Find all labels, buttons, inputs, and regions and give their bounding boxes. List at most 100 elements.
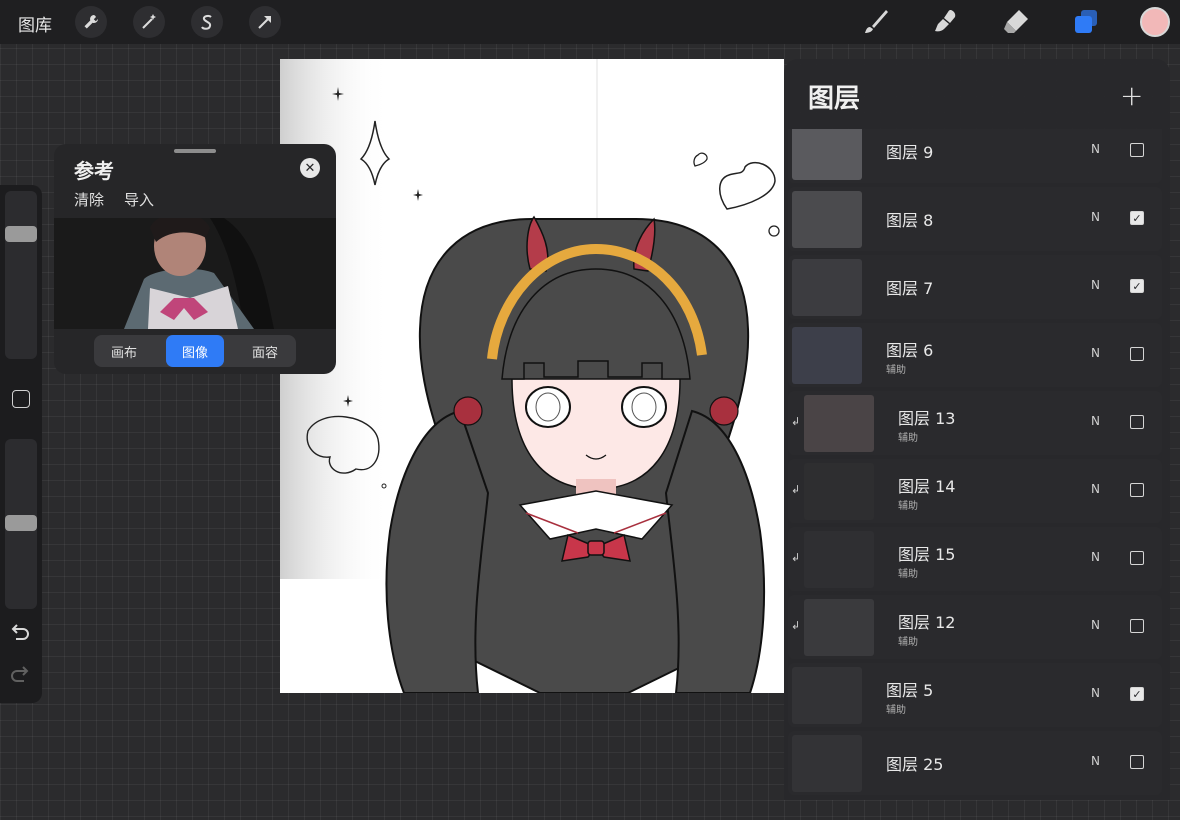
blend-mode-button[interactable]: N [1091,550,1100,564]
smudge-icon [935,10,956,32]
layer-list: 图层 9 N 图层 8 N ✓ 图层 7 N ✓ 图层 6 辅助 N ↲ 图层 13 辅助 N ↲ 图层 14 辅… [784,129,1170,800]
segment-image[interactable]: 图像 [166,335,224,367]
layer-visibility-checkbox[interactable] [1130,347,1144,361]
layer-row[interactable]: ↲ 图层 12 辅助 N [788,595,1162,659]
reference-panel: 参考 ✕ 清除 导入 画布 图像 面容 [54,144,336,374]
blend-mode-button[interactable]: N [1091,754,1100,768]
blend-mode-button[interactable]: N [1091,210,1100,224]
brush-opacity-slider[interactable] [5,439,37,609]
layer-sublabel: 辅助 [898,433,918,444]
layer-sublabel: 辅助 [898,501,918,512]
layer-name: 图层 7 [886,279,934,298]
layer-sublabel: 辅助 [886,365,906,376]
layer-thumbnail [792,259,862,316]
layer-thumbnail [792,129,862,180]
blend-mode-button[interactable]: N [1091,142,1100,156]
clipping-mask-icon: ↲ [791,619,801,632]
layer-name: 图层 13 [898,409,956,428]
layer-row[interactable]: 图层 6 辅助 N [788,323,1162,387]
modify-button[interactable] [12,390,30,408]
clipping-mask-icon: ↲ [791,551,801,564]
layer-visibility-checkbox[interactable]: ✓ [1130,211,1144,225]
undo-button[interactable] [9,623,31,646]
layer-visibility-checkbox[interactable] [1130,415,1144,429]
segment-canvas[interactable]: 画布 [95,335,153,367]
smudge-button[interactable] [928,4,964,40]
artwork-illustration [280,59,780,693]
clipping-mask-icon: ↲ [791,415,801,428]
layers-panel: 图层 + 图层 9 N 图层 8 N ✓ 图层 7 N ✓ 图层 6 辅助 N ↲ 图层 13 辅助 N ↲ 图… [784,59,1170,800]
layer-row[interactable]: 图层 25 N [788,731,1162,795]
clipping-mask-icon: ↲ [791,483,801,496]
adjustments-button[interactable] [133,6,165,38]
layer-row[interactable]: 图层 9 N [788,129,1162,183]
reference-import-button[interactable]: 导入 [124,189,154,210]
layer-thumbnail [792,735,862,792]
blend-mode-button[interactable]: N [1091,278,1100,292]
layer-name: 图层 9 [886,143,934,162]
layer-name: 图层 25 [886,755,944,774]
layer-thumbnail [792,191,862,248]
magic-wand-icon [142,14,156,29]
layer-visibility-checkbox[interactable] [1130,143,1144,157]
layer-row[interactable]: 图层 7 N ✓ [788,255,1162,319]
layer-sublabel: 辅助 [898,637,918,648]
blend-mode-button[interactable]: N [1091,346,1100,360]
layer-thumbnail [804,463,874,520]
gallery-button[interactable]: 图库 [18,11,52,36]
layer-name: 图层 5 [886,681,934,700]
brush-size-slider[interactable] [5,191,37,359]
brush-icon [865,10,888,33]
close-icon: ✕ [304,160,316,176]
layer-visibility-checkbox[interactable] [1130,619,1144,633]
segment-face[interactable]: 面容 [236,335,294,367]
blend-mode-button[interactable]: N [1091,618,1100,632]
eraser-button[interactable] [998,4,1034,40]
layers-button[interactable] [1068,4,1104,40]
transform-button[interactable] [249,6,281,38]
brush-size-thumb[interactable] [5,226,37,242]
blend-mode-button[interactable]: N [1091,482,1100,496]
layer-name: 图层 12 [898,613,956,632]
reference-drag-handle[interactable] [174,149,216,153]
brush-button[interactable] [858,4,894,40]
layers-icon [1075,10,1097,33]
layer-row[interactable]: ↲ 图层 13 辅助 N [788,391,1162,455]
layer-row[interactable]: 图层 8 N ✓ [788,187,1162,251]
layer-thumbnail [804,395,874,452]
reference-photo [54,212,336,329]
layers-title: 图层 [808,84,861,114]
layer-sublabel: 辅助 [898,569,918,580]
blend-mode-button[interactable]: N [1091,414,1100,428]
reference-clear-button[interactable]: 清除 [74,189,104,210]
drawing-canvas[interactable] [280,59,784,693]
transform-arrow-icon [258,16,271,29]
selection-button[interactable] [191,6,223,38]
layer-visibility-checkbox[interactable]: ✓ [1130,279,1144,293]
layer-name: 图层 6 [886,341,934,360]
layer-visibility-checkbox[interactable]: ✓ [1130,687,1144,701]
actions-wrench-button[interactable] [75,6,107,38]
layer-row[interactable]: ↲ 图层 15 辅助 N [788,527,1162,591]
layer-visibility-checkbox[interactable] [1130,755,1144,769]
layer-thumbnail [804,531,874,588]
color-picker-button[interactable] [1140,7,1170,37]
selection-icon [201,14,212,30]
redo-icon [11,666,29,682]
layer-visibility-checkbox[interactable] [1130,551,1144,565]
redo-button[interactable] [9,665,31,688]
brush-opacity-thumb[interactable] [5,515,37,531]
undo-icon [11,624,29,640]
reference-close-button[interactable]: ✕ [300,158,320,178]
left-sidebar [0,185,42,703]
layer-row[interactable]: ↲ 图层 14 辅助 N [788,459,1162,523]
blend-mode-button[interactable]: N [1091,686,1100,700]
layer-row[interactable]: 图层 5 辅助 N ✓ [788,663,1162,727]
layer-name: 图层 14 [898,477,956,496]
add-layer-button[interactable]: + [1120,79,1143,112]
reference-image [54,212,336,329]
layer-visibility-checkbox[interactable] [1130,483,1144,497]
reference-title: 参考 [74,159,114,183]
layer-thumbnail [792,667,862,724]
layer-name: 图层 8 [886,211,934,230]
